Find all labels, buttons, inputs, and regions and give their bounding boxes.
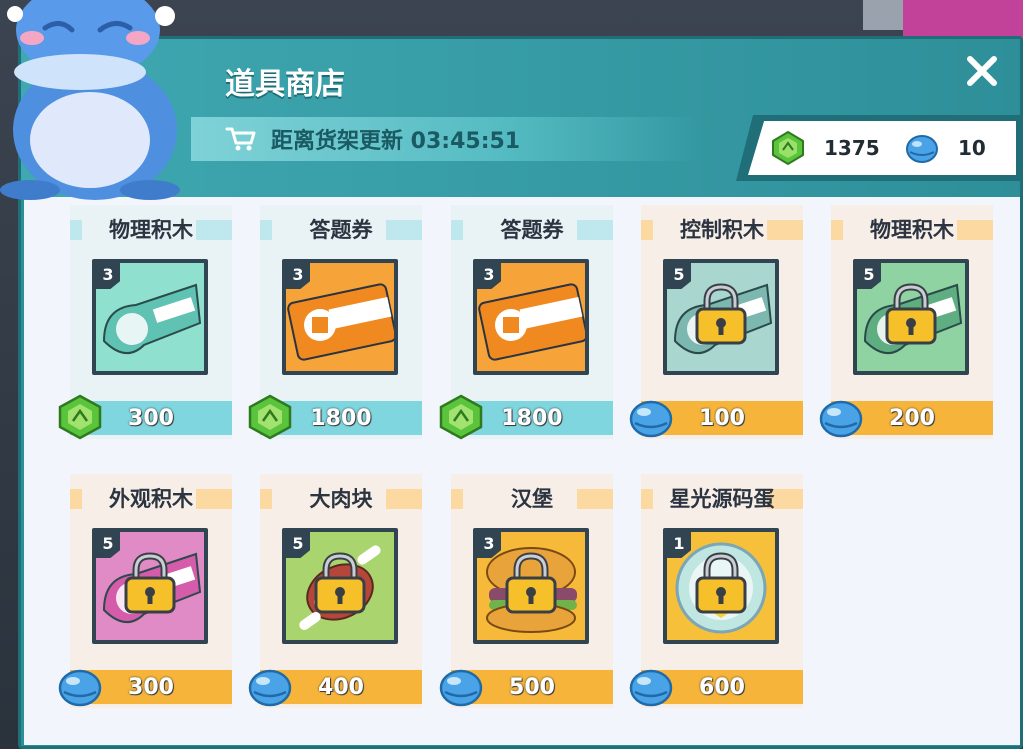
item-icon: 3 [473, 259, 589, 375]
blue-bell-icon [819, 400, 863, 438]
item-icon: 5 [663, 259, 779, 375]
currency-display: 1375 10 [736, 115, 1020, 181]
item-name: 星光源码蛋 [669, 487, 775, 511]
blue-bell-icon [439, 669, 483, 707]
blue-bell-icon [58, 669, 102, 707]
green-gem-icon [58, 394, 102, 440]
refresh-timer-text: 距离货架更新 03:45:51 [271, 129, 521, 154]
buy-button[interactable]: 1800 [439, 394, 613, 440]
shop-item[interactable]: 汉堡 3 500 [439, 474, 613, 708]
item-name-bar: 汉堡 [451, 486, 613, 512]
buy-button[interactable]: 300 [58, 394, 232, 440]
shop-title: 道具商店 [225, 67, 345, 102]
item-name: 答题券 [500, 218, 564, 242]
green-gem-icon [772, 130, 804, 166]
item-icon: 3 [282, 259, 398, 375]
item-name-bar: 答题券 [260, 217, 422, 243]
buy-button[interactable]: 1800 [248, 394, 422, 440]
item-name: 物理积木 [870, 218, 954, 242]
item-price: 200 [889, 405, 935, 431]
padlock-icon [695, 552, 747, 614]
item-name: 外观积木 [109, 487, 193, 511]
buy-button[interactable]: 600 [629, 669, 803, 707]
buy-button[interactable]: 400 [248, 669, 422, 707]
item-price: 100 [699, 405, 745, 431]
bell-count: 10 [958, 136, 986, 160]
item-icon: 3 [473, 528, 589, 644]
padlock-icon [885, 283, 937, 345]
item-name-bar: 物理积木 [70, 217, 232, 243]
blue-bell-icon [906, 135, 938, 163]
item-icon: 3 [92, 259, 208, 375]
padlock-icon [505, 552, 557, 614]
buy-button[interactable]: 500 [439, 669, 613, 707]
gem-count: 1375 [824, 136, 880, 160]
item-price: 1800 [501, 405, 563, 431]
item-icon: 5 [92, 528, 208, 644]
background-stripe [863, 0, 903, 30]
padlock-icon [314, 552, 366, 614]
cart-icon [225, 127, 256, 151]
shop-item[interactable]: 答题券 3 1800 [439, 205, 613, 440]
shop-item[interactable]: 物理积木 5 200 [819, 205, 993, 439]
close-button[interactable] [962, 51, 1002, 91]
shop-item[interactable]: 大肉块 5 400 [248, 474, 422, 708]
buy-button[interactable]: 200 [819, 400, 993, 438]
blue-bell-icon [629, 669, 673, 707]
close-icon [967, 56, 997, 86]
item-name: 控制积木 [680, 218, 764, 242]
currency-inner: 1375 10 [748, 121, 1016, 175]
blue-mascot [0, 0, 180, 200]
item-price: 300 [128, 405, 174, 431]
item-name-bar: 外观积木 [70, 486, 232, 512]
item-name-bar: 大肉块 [260, 486, 422, 512]
background-pink-wall [903, 0, 1023, 40]
item-icon: 5 [282, 528, 398, 644]
buy-button[interactable]: 100 [629, 400, 803, 438]
item-icon: 5 [853, 259, 969, 375]
item-name: 答题券 [309, 218, 373, 242]
shop-item[interactable]: 控制积木 5 100 [629, 205, 803, 439]
green-gem-icon [439, 394, 483, 440]
item-name-bar: 物理积木 [831, 217, 993, 243]
green-gem-icon [248, 394, 292, 440]
shop-item[interactable]: 物理积木 3 300 [58, 205, 232, 440]
item-price: 500 [509, 674, 555, 700]
item-price: 600 [699, 674, 745, 700]
blue-bell-icon [248, 669, 292, 707]
item-price: 400 [318, 674, 364, 700]
padlock-icon [695, 283, 747, 345]
blue-bell-icon [629, 400, 673, 438]
buy-button[interactable]: 300 [58, 669, 232, 707]
item-name-bar: 星光源码蛋 [641, 486, 803, 512]
refresh-timer-bar: 距离货架更新 03:45:51 [191, 117, 701, 161]
item-name-bar: 控制积木 [641, 217, 803, 243]
item-price: 1800 [310, 405, 372, 431]
shop-item[interactable]: 外观积木 5 300 [58, 474, 232, 708]
item-name: 汉堡 [511, 487, 553, 511]
shop-item[interactable]: 星光源码蛋 1 600 [629, 474, 803, 708]
item-name-bar: 答题券 [451, 217, 613, 243]
padlock-icon [124, 552, 176, 614]
shop-item[interactable]: 答题券 3 1800 [248, 205, 422, 440]
item-name: 物理积木 [109, 218, 193, 242]
item-name: 大肉块 [309, 487, 373, 511]
item-icon: 1 [663, 528, 779, 644]
item-price: 300 [128, 674, 174, 700]
